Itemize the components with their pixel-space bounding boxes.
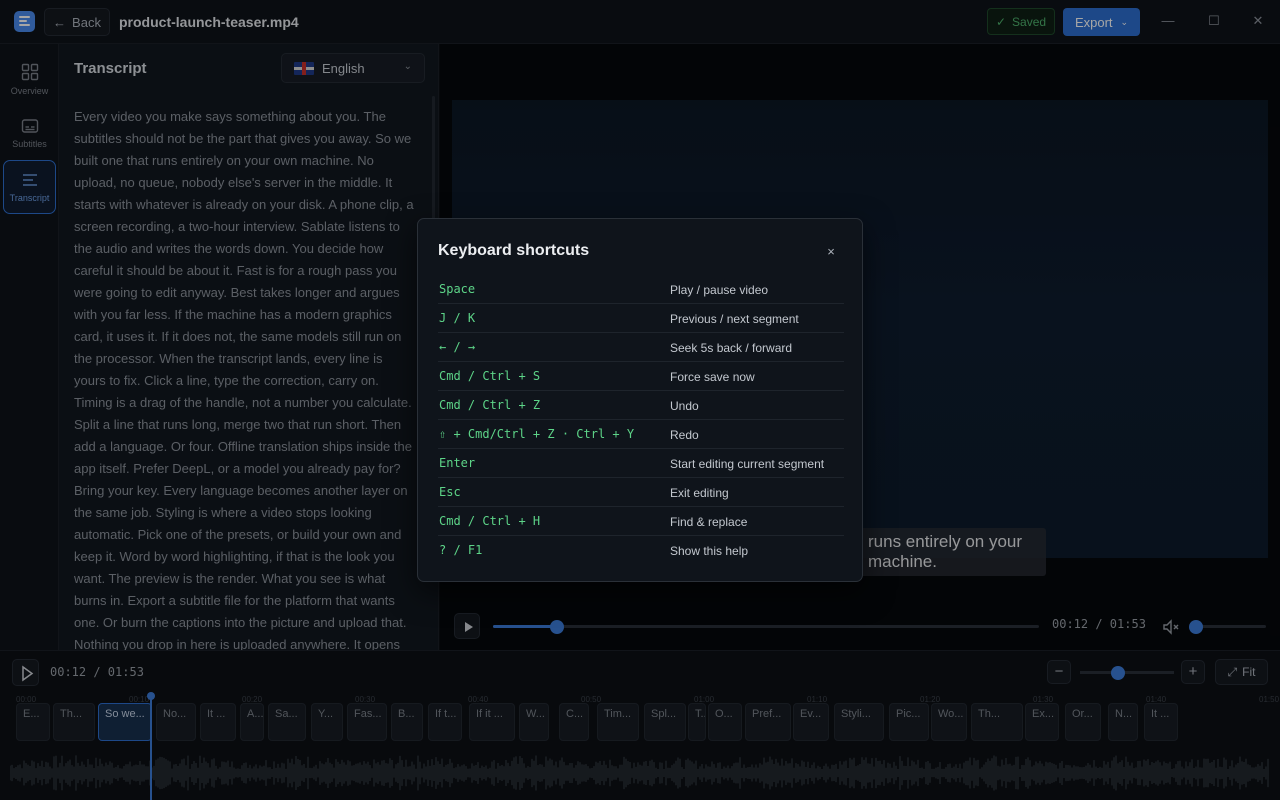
shortcut-key: ⇧ + Cmd/Ctrl + Z · Ctrl + Y [439,427,635,441]
shortcut-description: Previous / next segment [670,312,799,326]
shortcut-list: Space Play / pause video J / K Previous / n… [438,275,844,565]
shortcut-key: Cmd / Ctrl + H [439,514,541,528]
dialog-title: Keyboard shortcuts [438,242,590,259]
keyboard-shortcuts-dialog: Keyboard shortcuts × Space Play / pause v… [417,218,863,582]
shortcut-key: Enter [439,456,476,470]
shortcut-row: Esc Exit editing [438,478,844,507]
shortcut-description: Redo [670,428,699,442]
shortcut-row: J / K Previous / next segment [438,304,844,333]
shortcut-key: ? / F1 [439,543,483,557]
shortcut-description: Force save now [670,370,755,384]
shortcut-description: Exit editing [670,486,729,500]
close-icon[interactable]: × [822,243,840,261]
shortcut-row: Cmd / Ctrl + Z Undo [438,391,844,420]
shortcut-key: Cmd / Ctrl + S [439,369,541,383]
shortcut-key: Space [439,282,476,296]
shortcut-key: Cmd / Ctrl + Z [439,398,541,412]
shortcut-description: Seek 5s back / forward [670,341,793,355]
app-window: ← Back product-launch-teaser.mp4 ✓ Saved… [0,0,1280,800]
shortcut-key: ← / → [439,340,476,354]
shortcut-row: ? / F1 Show this help [438,536,844,565]
shortcut-description: Start editing current segment [670,457,825,471]
shortcut-description: Show this help [670,544,749,558]
shortcut-description: Find & replace [670,515,748,529]
shortcut-key: Esc [439,485,461,499]
shortcut-key: J / K [439,311,476,325]
shortcut-description: Play / pause video [670,283,769,297]
shortcut-row: Cmd / Ctrl + S Force save now [438,362,844,391]
shortcut-row: ⇧ + Cmd/Ctrl + Z · Ctrl + Y Redo [438,420,844,449]
shortcut-row: ← / → Seek 5s back / forward [438,333,844,362]
shortcut-row: Space Play / pause video [438,275,844,304]
shortcut-row: Enter Start editing current segment [438,449,844,478]
shortcut-row: Cmd / Ctrl + H Find & replace [438,507,844,536]
shortcut-description: Undo [670,399,699,413]
